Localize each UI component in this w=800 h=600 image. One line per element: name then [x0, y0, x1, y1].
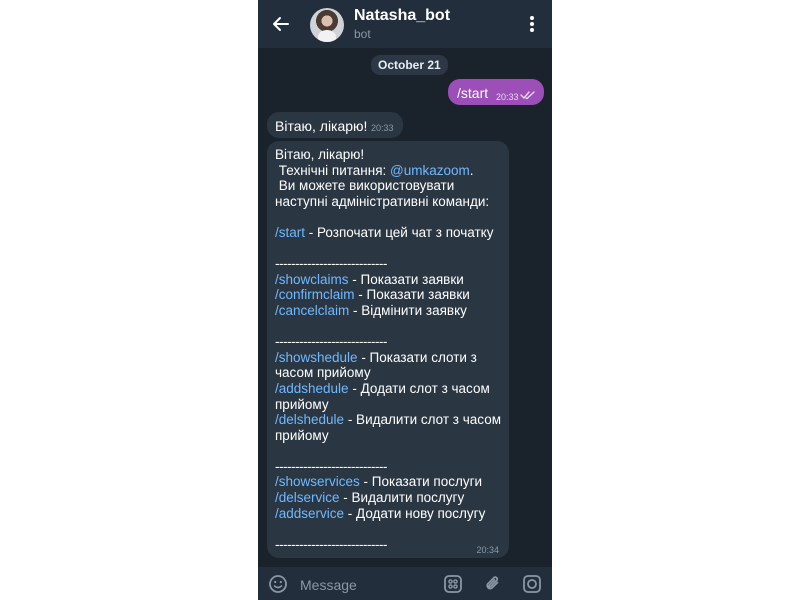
message-text: Вітаю, лікарю! Технічні питання: @umkazo…: [275, 147, 503, 552]
support-text: Технічні питання:: [275, 162, 391, 178]
camera-button[interactable]: [521, 573, 543, 595]
chat-header: Natasha_bot bot: [258, 0, 552, 48]
message-composer: [258, 567, 552, 600]
command-description: - Показати послуги: [359, 474, 483, 490]
command-description: - Додати нову послугу: [344, 505, 486, 521]
command-description: - Відмінити заявку: [349, 302, 467, 318]
message-time: 20:33: [496, 92, 519, 102]
double-check-icon: [520, 91, 535, 100]
separator: ----------------------------: [275, 256, 387, 272]
message-text: /start: [457, 85, 489, 101]
camera-icon: [523, 575, 541, 593]
message-time: 20:33: [371, 123, 394, 133]
command-description: - Видалити послугу: [339, 490, 465, 506]
command-description: - Показати заявки: [348, 271, 464, 287]
separator: ----------------------------: [275, 334, 387, 350]
paperclip-icon: [486, 576, 499, 590]
menu-button[interactable]: [520, 10, 544, 38]
command-link[interactable]: /start: [275, 225, 305, 240]
emoji-button[interactable]: [268, 574, 288, 594]
support-link[interactable]: @umkazoom: [390, 163, 470, 178]
back-button[interactable]: [266, 9, 296, 39]
bot-commands-button[interactable]: [442, 573, 464, 595]
command-link[interactable]: /cancelclaim: [275, 303, 349, 318]
telegram-chat-screen: Natasha_bot bot October 21 /start 20:33 …: [258, 0, 552, 600]
more-vertical-icon: [530, 16, 534, 32]
outgoing-message[interactable]: /start 20:33: [448, 79, 544, 105]
date-separator: October 21: [371, 55, 448, 75]
bot-commands-icon: [444, 575, 462, 593]
support-suffix: .: [469, 162, 474, 178]
command-link[interactable]: /delshedule: [275, 412, 344, 427]
separator: ----------------------------: [275, 536, 387, 552]
command-link[interactable]: /showclaims: [275, 272, 349, 287]
incoming-message[interactable]: Вітаю, лікарю! Технічні питання: @umkazo…: [267, 141, 509, 558]
intro-text: наступні адміністративні команди:: [275, 193, 490, 209]
command-description: - Показати заявки: [354, 287, 470, 303]
command-link[interactable]: /addservice: [275, 506, 344, 521]
command-link[interactable]: /confirmclaim: [275, 287, 355, 302]
command-link[interactable]: /showshedule: [275, 350, 358, 365]
message-time: 20:34: [476, 545, 499, 555]
command-link[interactable]: /showservices: [275, 474, 360, 489]
chat-subtitle: bot: [354, 27, 371, 41]
message-input[interactable]: [298, 574, 442, 596]
command-link[interactable]: /addshedule: [275, 381, 349, 396]
arrow-left-icon: [273, 17, 289, 31]
emoji-icon: [269, 575, 287, 593]
incoming-message[interactable]: Вітаю, лікарю! 20:33: [267, 112, 403, 138]
chat-title[interactable]: Natasha_bot: [354, 7, 450, 25]
intro-text: Ви можете використовувати: [275, 178, 455, 194]
command-description: - Розпочати цей чат з початку: [305, 224, 494, 240]
attach-button[interactable]: [482, 573, 504, 595]
separator: ----------------------------: [275, 458, 387, 474]
greeting-text: Вітаю, лікарю!: [275, 147, 365, 162]
command-link[interactable]: /delservice: [275, 490, 340, 505]
avatar[interactable]: [310, 8, 344, 42]
message-text: Вітаю, лікарю!: [275, 118, 368, 134]
